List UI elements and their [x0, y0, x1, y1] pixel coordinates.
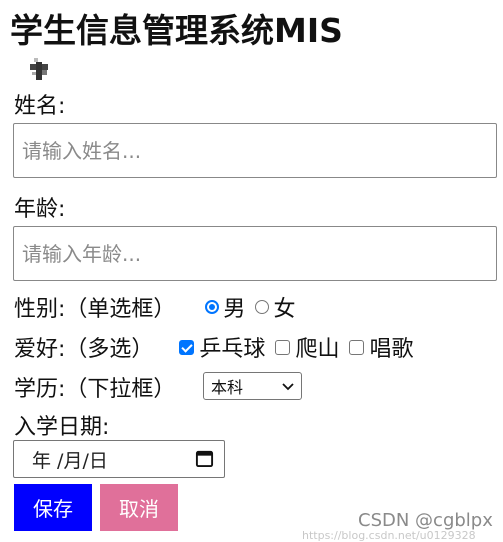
pingpong-checkbox[interactable]	[179, 339, 195, 355]
enroll-date-label: 入学日期:	[14, 415, 110, 440]
page-title: 学生信息管理系统MIS	[10, 11, 343, 50]
climbing-checkbox[interactable]	[275, 339, 291, 355]
chevron-down-icon	[282, 383, 294, 391]
singing-checkbox[interactable]	[349, 339, 365, 355]
gender-label: 性别:（单选框）	[14, 297, 176, 322]
name-input[interactable]	[13, 123, 497, 178]
pingpong-label: 乒乓球	[199, 337, 266, 362]
education-select[interactable]: 本科	[203, 372, 302, 400]
climbing-label: 爬山	[295, 337, 340, 362]
education-selected-value: 本科	[211, 378, 244, 397]
save-button[interactable]: 保存	[14, 484, 92, 531]
enroll-date-input[interactable]: 年 /月/日	[13, 440, 225, 478]
name-label: 姓名:	[14, 94, 66, 119]
gender-option-female[interactable]: 女	[255, 291, 295, 323]
male-label: 男	[223, 297, 246, 322]
gender-option-male[interactable]: 男	[205, 291, 245, 323]
hobby-option-pingpong[interactable]: 乒乓球	[179, 331, 265, 363]
education-label: 学历:（下拉框）	[14, 377, 176, 402]
calendar-icon[interactable]	[195, 449, 214, 468]
hobby-option-singing[interactable]: 唱歌	[349, 331, 413, 363]
female-radio[interactable]	[255, 300, 270, 314]
female-label: 女	[273, 297, 296, 322]
hobby-label: 爱好:（多选）	[14, 337, 154, 362]
csdn-watermark: CSDN @cgblpx	[358, 510, 493, 531]
hobby-row: 爱好:（多选） 乒乓球 爬山 唱歌	[14, 331, 413, 363]
gender-row: 性别:（单选框） 男 女	[14, 291, 295, 323]
age-label: 年龄:	[14, 197, 66, 222]
broken-image-icon	[30, 58, 48, 80]
cancel-button[interactable]: 取消	[100, 484, 178, 531]
hobby-option-climbing[interactable]: 爬山	[275, 331, 339, 363]
date-placeholder: 年 /月/日	[32, 449, 108, 472]
singing-label: 唱歌	[369, 337, 414, 362]
watermark-url: https://blog.csdn.net/u0129328	[302, 529, 476, 542]
age-input[interactable]	[13, 226, 497, 281]
male-radio[interactable]	[205, 300, 220, 314]
